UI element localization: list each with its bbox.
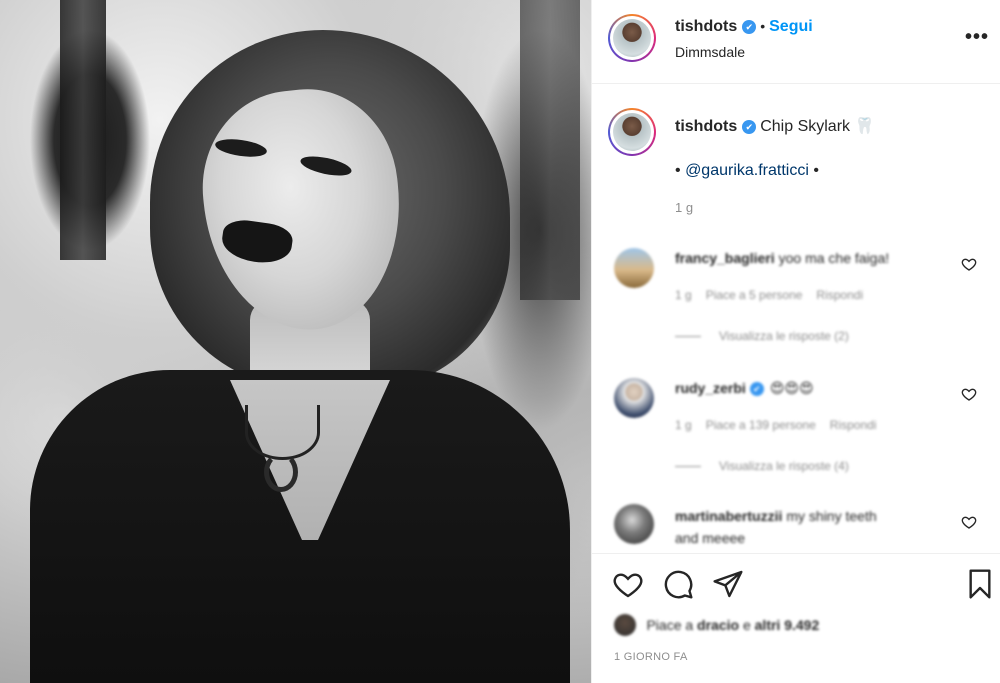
view-replies-button[interactable]: Visualizza le risposte (4) xyxy=(719,459,849,473)
comment-like-heart-icon[interactable] xyxy=(961,514,977,530)
verified-badge-icon: ✔ xyxy=(749,382,764,396)
comment-username[interactable]: francy_baglieri xyxy=(675,250,775,266)
follow-button[interactable]: Segui xyxy=(769,18,813,35)
location-link[interactable]: Dimmsdale xyxy=(675,44,745,60)
comment-time[interactable]: 1 g xyxy=(675,418,692,432)
tree-trunk xyxy=(520,0,580,300)
post-header: tishdots ✔ • Segui Dimmsdale ••• xyxy=(592,0,1000,84)
post-timestamp[interactable]: 1 GIORNO FA xyxy=(614,651,688,663)
liker-avatar xyxy=(614,614,636,636)
mention-suffix: • xyxy=(813,162,819,179)
view-replies-button[interactable]: Visualizza le risposte (2) xyxy=(719,329,849,343)
comments-list[interactable]: francy_baglieri yoo ma che faiga! 1 g Piac… xyxy=(592,240,1000,553)
comment-text: 😍😍😍 xyxy=(769,380,814,396)
likes-prefix: Piace a xyxy=(646,617,694,633)
caption-avatar[interactable] xyxy=(608,108,656,156)
post-photo[interactable] xyxy=(0,0,591,683)
reply-button[interactable]: Rispondi xyxy=(816,288,863,302)
comment-text: yoo ma che faiga! xyxy=(778,250,890,266)
moon-pendant xyxy=(264,452,298,492)
liker-username[interactable]: dracio xyxy=(697,617,739,633)
verified-badge-icon: ✔ xyxy=(742,20,757,34)
comment-text-continued: and meeee xyxy=(675,530,746,546)
reply-button[interactable]: Rispondi xyxy=(830,418,877,432)
comment-likes[interactable]: Piace a 5 persone xyxy=(706,288,803,302)
more-options-icon[interactable]: ••• xyxy=(965,26,989,49)
likes-others[interactable]: altri 9.492 xyxy=(755,617,820,633)
verified-badge-icon: ✔ xyxy=(742,120,757,134)
comment-time[interactable]: 1 g xyxy=(675,288,692,302)
likes-summary[interactable]: Piace a dracio e altri 9.492 xyxy=(614,614,819,636)
comment-like-heart-icon[interactable] xyxy=(961,386,977,402)
share-paper-plane-icon[interactable] xyxy=(712,568,744,600)
comment-like-heart-icon[interactable] xyxy=(961,256,977,272)
comment-avatar[interactable] xyxy=(614,378,654,418)
caption-text: Chip Skylark 🦷 xyxy=(760,118,875,135)
comment-bubble-icon[interactable] xyxy=(662,568,694,600)
comment-avatar[interactable] xyxy=(614,248,654,288)
mention-link[interactable]: @gaurika.fratticci xyxy=(685,162,809,179)
comment-avatar[interactable] xyxy=(614,504,654,544)
separator-dot: • xyxy=(760,18,766,34)
caption-time[interactable]: 1 g xyxy=(675,200,693,215)
likes-conjunction: e xyxy=(742,617,751,633)
author-avatar[interactable] xyxy=(608,14,656,62)
post-sidebar: tishdots ✔ • Segui Dimmsdale ••• tishdots ✔ C… xyxy=(591,0,1000,683)
caption-username[interactable]: tishdots xyxy=(675,118,737,135)
mention-prefix: • xyxy=(675,162,681,179)
comment-text: my shiny teeth xyxy=(786,508,877,524)
author-username[interactable]: tishdots xyxy=(675,18,737,35)
comment-username[interactable]: martinabertuzzii xyxy=(675,508,782,524)
tree-trunk xyxy=(60,0,106,260)
comment-username[interactable]: rudy_zerbi xyxy=(675,380,746,396)
save-bookmark-icon[interactable] xyxy=(964,568,996,600)
like-heart-icon[interactable] xyxy=(612,568,644,600)
comment-likes[interactable]: Piace a 139 persone xyxy=(706,418,816,432)
